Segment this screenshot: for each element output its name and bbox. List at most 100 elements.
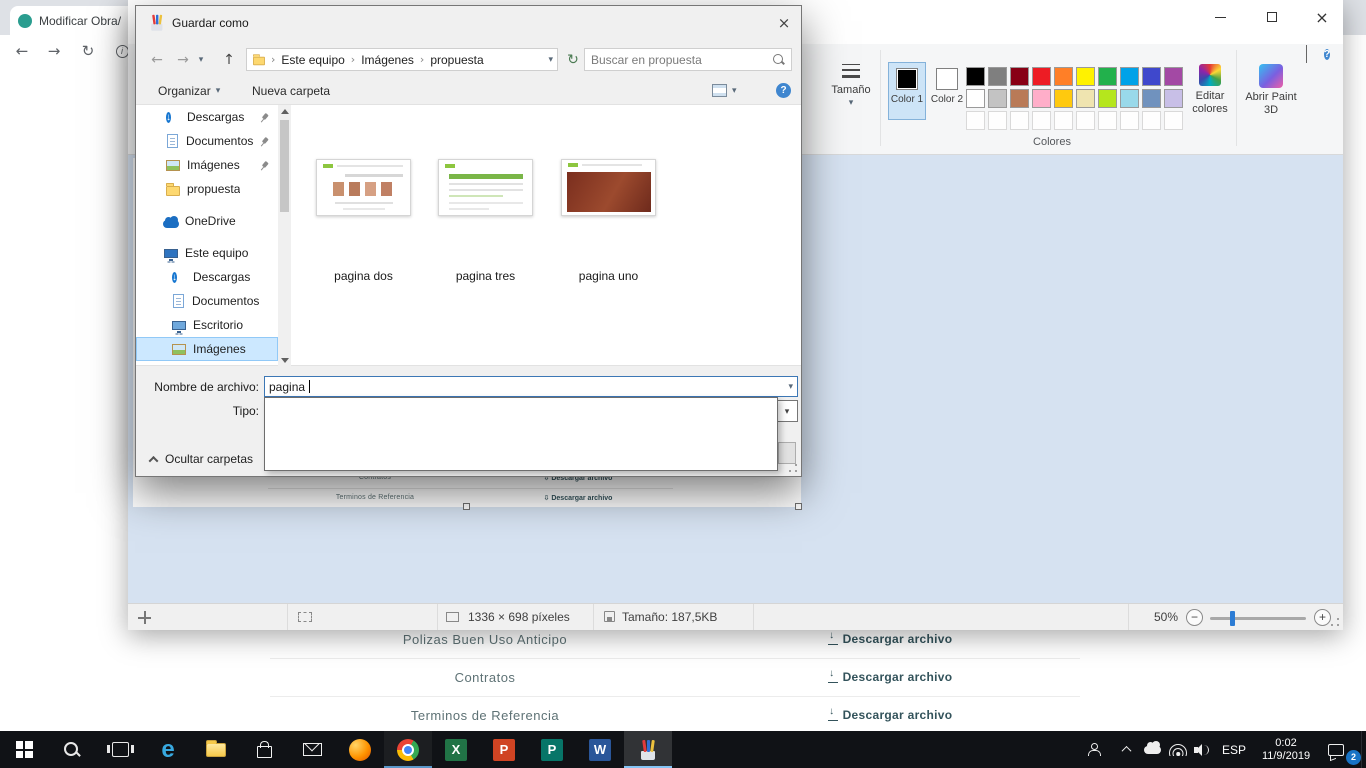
taskbar-firefox[interactable] [336, 731, 384, 768]
color1-button[interactable]: Color 1 [888, 62, 926, 120]
file-item[interactable]: pagina tres [431, 159, 540, 239]
sidebar-item-escritorio[interactable]: Escritorio [136, 313, 278, 337]
palette-color[interactable] [1098, 67, 1117, 86]
palette-empty-slot[interactable] [1142, 111, 1161, 130]
show-desktop-button[interactable] [1361, 731, 1366, 768]
dialog-help-button[interactable]: ? [776, 78, 791, 103]
task-view-button[interactable] [96, 731, 144, 768]
palette-empty-slot[interactable] [966, 111, 985, 130]
edit-colors-button[interactable]: Editar colores [1188, 64, 1232, 116]
palette-color[interactable] [1054, 67, 1073, 86]
filetype-dropdown-list[interactable] [264, 397, 778, 471]
sidebar-item-imagenes-2[interactable]: Imágenes [136, 337, 278, 361]
palette-color[interactable] [1120, 89, 1139, 108]
file-item[interactable]: pagina uno [554, 159, 663, 239]
sidebar-item-propuesta[interactable]: propuesta [136, 177, 278, 201]
canvas-resize-handle-bottom[interactable] [463, 503, 470, 510]
minimize-button[interactable] [1198, 0, 1242, 34]
filename-dropdown-icon[interactable]: ▾ [788, 382, 793, 392]
sidebar-scrollbar[interactable] [278, 105, 291, 367]
palette-empty-slot[interactable] [1164, 111, 1183, 130]
browser-forward-button[interactable]: → [42, 39, 66, 63]
palette-color[interactable] [988, 89, 1007, 108]
sidebar-item-onedrive[interactable]: OneDrive [136, 209, 278, 233]
clock[interactable]: 0:02 11/9/2019 [1252, 731, 1320, 768]
file-item[interactable]: pagina dos [309, 159, 418, 239]
palette-color[interactable] [966, 67, 985, 86]
taskbar-search-button[interactable] [48, 731, 96, 768]
window-resize-grip[interactable] [1330, 617, 1340, 627]
scrollbar-thumb[interactable] [280, 120, 289, 212]
sidebar-item-documentos[interactable]: Documentos [136, 129, 278, 153]
taskbar-mail[interactable] [288, 731, 336, 768]
nav-back-button[interactable]: ← [144, 48, 170, 71]
start-button[interactable] [0, 731, 48, 768]
sidebar-item-imagenes[interactable]: Imágenes [136, 153, 278, 177]
palette-empty-slot[interactable] [1032, 111, 1051, 130]
combobox-arrow-icon[interactable]: ▾ [779, 403, 795, 420]
zoom-slider[interactable] [1210, 617, 1306, 620]
taskbar-edge[interactable]: e [144, 731, 192, 768]
palette-empty-slot[interactable] [1054, 111, 1073, 130]
palette-color[interactable] [966, 89, 985, 108]
nav-up-button[interactable]: ↑ [216, 48, 242, 71]
palette-color[interactable] [1032, 89, 1051, 108]
nav-forward-button[interactable]: → [170, 48, 196, 71]
zoom-out-button[interactable]: − [1186, 609, 1203, 626]
palette-empty-slot[interactable] [1076, 111, 1095, 130]
palette-color[interactable] [1142, 89, 1161, 108]
new-folder-button[interactable]: Nueva carpeta [252, 78, 330, 103]
taskbar-paint[interactable] [624, 731, 672, 768]
address-dropdown-icon[interactable]: ▾ [548, 55, 553, 65]
sidebar-item-descargas[interactable]: ↓ Descargas [136, 105, 278, 129]
filename-input[interactable]: pagina ▾ [264, 376, 798, 397]
maximize-button[interactable] [1250, 0, 1294, 34]
hide-folders-button[interactable]: Ocultar carpetas [150, 450, 253, 468]
breadcrumb-item[interactable]: Imágenes [359, 53, 416, 67]
palette-color[interactable] [1120, 67, 1139, 86]
volume-tray-icon[interactable] [1190, 731, 1214, 768]
palette-color[interactable] [1032, 67, 1051, 86]
taskbar-publisher[interactable]: P [528, 731, 576, 768]
palette-color[interactable] [1054, 89, 1073, 108]
refresh-button[interactable]: ↻ [560, 48, 586, 71]
save-button-fragment[interactable] [778, 442, 796, 464]
search-input[interactable]: Buscar en propuesta [584, 48, 792, 71]
organize-button[interactable]: Organizar ▾ [158, 78, 220, 103]
taskbar-file-explorer[interactable] [192, 731, 240, 768]
browser-refresh-button[interactable]: ↻ [76, 39, 100, 63]
breadcrumb-item[interactable]: Este equipo [279, 53, 346, 67]
people-button[interactable] [1082, 731, 1106, 768]
network-tray-icon[interactable] [1166, 731, 1190, 768]
show-hidden-icons-button[interactable] [1116, 731, 1136, 768]
taskbar-word[interactable]: W [576, 731, 624, 768]
canvas-resize-handle-corner[interactable] [795, 503, 802, 510]
palette-color[interactable] [988, 67, 1007, 86]
dialog-close-button[interactable]: × [770, 10, 798, 36]
breadcrumb-item[interactable]: propuesta [428, 53, 485, 67]
palette-empty-slot[interactable] [1010, 111, 1029, 130]
zoom-in-button[interactable]: + [1314, 609, 1331, 626]
language-indicator[interactable]: ESP [1216, 731, 1252, 768]
palette-color[interactable] [1098, 89, 1117, 108]
onedrive-tray-icon[interactable] [1140, 731, 1164, 768]
palette-color[interactable] [1010, 67, 1029, 86]
palette-empty-slot[interactable] [1098, 111, 1117, 130]
address-bar[interactable]: › Este equipo › Imágenes › propuesta ▾ [246, 48, 558, 71]
sidebar-item-documentos-2[interactable]: Documentos [136, 289, 278, 313]
download-link[interactable]: Descargar archivo [810, 632, 970, 647]
collapse-ribbon-button[interactable] [1306, 46, 1307, 64]
palette-color[interactable] [1010, 89, 1029, 108]
palette-color[interactable] [1164, 89, 1183, 108]
taskbar-excel[interactable]: X [432, 731, 480, 768]
taskbar-powerpoint[interactable]: P [480, 731, 528, 768]
zoom-slider-thumb[interactable] [1230, 611, 1235, 626]
palette-color[interactable] [1076, 89, 1095, 108]
palette-color[interactable] [1164, 67, 1183, 86]
open-paint3d-button[interactable]: Abrir Paint 3D [1242, 64, 1300, 117]
size-button[interactable]: Tamaño ▾ [828, 60, 874, 110]
taskbar-store[interactable] [240, 731, 288, 768]
scroll-up-button[interactable] [278, 105, 291, 118]
palette-color[interactable] [1076, 67, 1095, 86]
dialog-resize-grip[interactable] [788, 463, 798, 473]
